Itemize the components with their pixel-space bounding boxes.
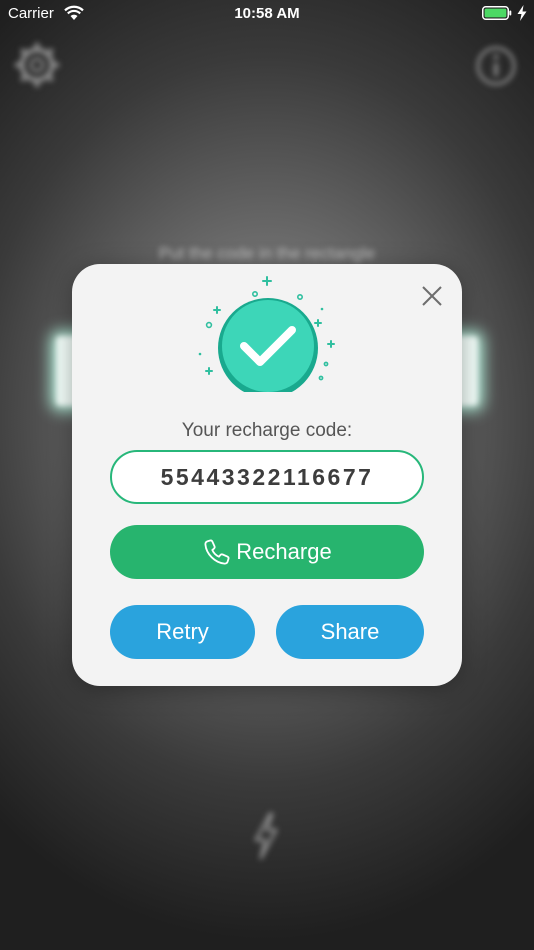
retry-button-label: Retry — [156, 619, 209, 644]
success-check-icon — [198, 276, 335, 392]
status-time: 10:58 AM — [234, 5, 300, 22]
share-button[interactable]: Share — [276, 605, 424, 659]
retry-button[interactable]: Retry — [110, 605, 255, 659]
close-icon[interactable] — [418, 282, 446, 310]
charging-bolt-icon — [517, 5, 527, 21]
scan-instruction: Put the code in the rectangle — [158, 244, 376, 263]
status-bar: Carrier 10:58 AM — [0, 0, 534, 28]
info-icon[interactable] — [474, 44, 518, 88]
recharge-button[interactable]: Recharge — [110, 525, 424, 579]
recharge-code-box[interactable]: 55443322116677 — [110, 450, 424, 504]
recharge-code-value: 55443322116677 — [160, 463, 374, 490]
screen: Put the code in the rectangle Carrier 10… — [0, 0, 534, 950]
share-button-label: Share — [320, 619, 380, 644]
recharge-code-dialog: Your recharge code: 55443322116677 Recha… — [72, 264, 462, 686]
flash-icon[interactable] — [250, 812, 282, 860]
recharge-button-label: Recharge — [236, 539, 332, 564]
recharge-code-label: Your recharge code: — [181, 420, 353, 441]
battery-icon — [482, 6, 512, 20]
settings-icon[interactable] — [14, 42, 60, 88]
phone-icon — [204, 539, 230, 565]
